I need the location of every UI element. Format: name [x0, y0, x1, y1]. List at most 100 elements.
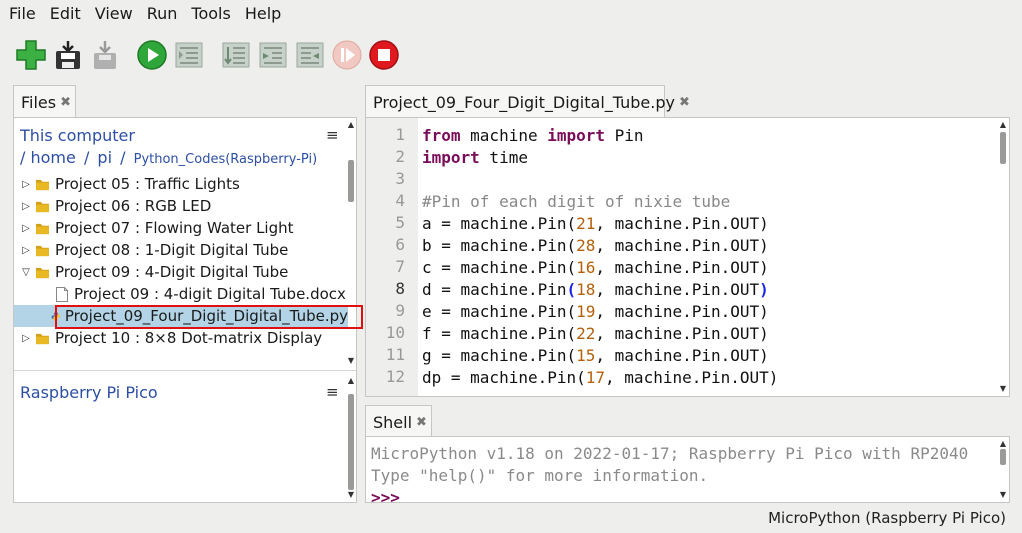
- tree-item-label: Project 05 : Traffic Lights: [55, 175, 240, 193]
- expand-icon[interactable]: ▷: [20, 333, 32, 344]
- tree-item-project-10[interactable]: ▷ Project 10 : 8×8 Dot-matrix Display: [14, 327, 348, 349]
- shell-scrollbar[interactable]: ▲ ▼: [998, 437, 1008, 502]
- line-number: 1: [366, 124, 418, 146]
- menu-icon[interactable]: ≡: [326, 126, 339, 144]
- expand-icon[interactable]: ▷: [20, 223, 32, 234]
- pico-label[interactable]: Raspberry Pi Pico: [20, 383, 158, 402]
- shell-output: MicroPython v1.18 on 2022-01-17; Raspber…: [371, 443, 968, 502]
- tree-item-docx[interactable]: Project 09 : 4-digit Digital Tube.docx: [14, 283, 348, 305]
- tree-item-project-06[interactable]: ▷ Project 06 : RGB LED: [14, 195, 348, 217]
- code-line[interactable]: 1 from machine import Pin: [366, 124, 778, 146]
- toolbar: [14, 38, 404, 72]
- menu-view[interactable]: View: [88, 0, 140, 28]
- code-line[interactable]: 12 dp = machine.Pin(17, machine.Pin.OUT): [366, 366, 778, 388]
- code-line[interactable]: 10 f = machine.Pin(22, machine.Pin.OUT): [366, 322, 778, 344]
- file-tree: ▷ Project 05 : Traffic Lights ▷ Project …: [14, 173, 363, 349]
- plus-icon: [16, 40, 46, 70]
- tab-shell[interactable]: Shell ✖: [365, 405, 432, 438]
- stop-icon: [369, 40, 399, 70]
- code-line[interactable]: 8 d = machine.Pin(18, machine.Pin.OUT): [366, 278, 778, 300]
- line-number: 7: [366, 256, 418, 278]
- close-icon[interactable]: ✖: [679, 95, 690, 110]
- step-into-button[interactable]: [256, 38, 290, 72]
- editor-scrollbar[interactable]: ▲ ▼: [998, 118, 1008, 396]
- shell-line: Type "help()" for more information.: [371, 466, 709, 485]
- tab-files[interactable]: Files ✖: [13, 85, 76, 118]
- pico-scrollbar[interactable]: ▲ ▼: [346, 376, 356, 502]
- breadcrumb-separator: /: [83, 148, 90, 167]
- run-button[interactable]: [135, 38, 169, 72]
- shell-panel[interactable]: MicroPython v1.18 on 2022-01-17; Raspber…: [365, 436, 1010, 503]
- code-line[interactable]: 4 #Pin of each digit of nixie tube: [366, 190, 778, 212]
- interpreter-status[interactable]: MicroPython (Raspberry Pi Pico): [768, 509, 1006, 527]
- code-line[interactable]: 2 import time: [366, 146, 778, 168]
- resume-button[interactable]: [330, 38, 364, 72]
- line-number: 4: [366, 190, 418, 212]
- collapse-icon[interactable]: ▽: [20, 267, 32, 278]
- menu-edit[interactable]: Edit: [43, 0, 88, 28]
- tree-item-label: Project 09 : 4-digit Digital Tube.docx: [74, 285, 346, 303]
- close-icon[interactable]: ✖: [416, 415, 427, 430]
- menu-tools[interactable]: Tools: [184, 0, 237, 28]
- step-into-icon: [259, 42, 287, 68]
- menu-file[interactable]: File: [2, 0, 43, 28]
- tree-item-project-08[interactable]: ▷ Project 08 : 1-Digit Digital Tube: [14, 239, 348, 261]
- step-over-button[interactable]: [219, 38, 253, 72]
- code-line[interactable]: 9 e = machine.Pin(19, machine.Pin.OUT): [366, 300, 778, 322]
- debug-button[interactable]: [172, 38, 206, 72]
- tree-item-project-05[interactable]: ▷ Project 05 : Traffic Lights: [14, 173, 348, 195]
- code-comment: #Pin of each digit of nixie tube: [422, 191, 731, 211]
- breadcrumb-python-codes[interactable]: Python_Codes(Raspberry-Pi): [134, 152, 318, 167]
- resume-icon: [332, 40, 362, 70]
- folder-icon: [36, 333, 49, 344]
- breadcrumb-pi[interactable]: pi: [97, 148, 112, 167]
- debug-icon: [175, 42, 203, 68]
- line-number: 2: [366, 146, 418, 168]
- load-button[interactable]: [88, 38, 122, 72]
- breadcrumb: / home / pi / Python_Codes(Raspberry-Pi): [20, 148, 317, 167]
- code-line[interactable]: 7 c = machine.Pin(16, machine.Pin.OUT): [366, 256, 778, 278]
- files-scrollbar[interactable]: ▲ ▼: [346, 118, 356, 368]
- line-number: 9: [366, 300, 418, 322]
- save-icon: [56, 41, 80, 69]
- line-number: 10: [366, 322, 418, 344]
- code-line[interactable]: 6 b = machine.Pin(28, machine.Pin.OUT): [366, 234, 778, 256]
- save-button[interactable]: [51, 38, 85, 72]
- step-out-button[interactable]: [293, 38, 327, 72]
- expand-icon[interactable]: ▷: [20, 245, 32, 256]
- expand-icon[interactable]: ▷: [20, 179, 32, 190]
- tree-item-python-file[interactable]: Project_09_Four_Digit_Digital_Tube.py: [14, 305, 363, 329]
- document-icon: [56, 286, 68, 302]
- new-button[interactable]: [14, 38, 48, 72]
- breadcrumb-home[interactable]: home: [30, 148, 75, 167]
- menu-help[interactable]: Help: [238, 0, 288, 28]
- menu-icon[interactable]: ≡: [326, 383, 339, 401]
- folder-icon: [36, 267, 49, 278]
- code-line[interactable]: 11 g = machine.Pin(15, machine.Pin.OUT): [366, 344, 778, 366]
- code-line[interactable]: 3: [366, 168, 778, 190]
- tab-editor-file[interactable]: Project_09_Four_Digit_Digital_Tube.py ✖: [365, 85, 690, 118]
- shell-prompt[interactable]: >>>: [371, 488, 400, 502]
- highlight-box: [55, 305, 363, 329]
- stop-button[interactable]: [367, 38, 401, 72]
- line-number: 8: [366, 278, 418, 300]
- line-number: 5: [366, 212, 418, 234]
- tree-item-project-07[interactable]: ▷ Project 07 : Flowing Water Light: [14, 217, 348, 239]
- line-number: 11: [366, 344, 418, 366]
- code-line[interactable]: 5 a = machine.Pin(21, machine.Pin.OUT): [366, 212, 778, 234]
- expand-icon[interactable]: ▷: [20, 201, 32, 212]
- menu-run[interactable]: Run: [140, 0, 185, 28]
- tree-item-label: Project 06 : RGB LED: [55, 197, 212, 215]
- breadcrumb-root[interactable]: /: [20, 148, 25, 167]
- this-computer-label[interactable]: This computer: [20, 126, 135, 145]
- breadcrumb-separator: /: [120, 148, 126, 167]
- line-number: 12: [366, 366, 418, 388]
- tab-files-label: Files: [21, 92, 57, 112]
- folder-icon: [36, 223, 49, 234]
- tree-item-label: Project 07 : Flowing Water Light: [55, 219, 294, 237]
- tree-item-project-09[interactable]: ▽ Project 09 : 4-Digit Digital Tube: [14, 261, 348, 283]
- code-editor[interactable]: 1 from machine import Pin 2 import time …: [365, 117, 1010, 397]
- close-icon[interactable]: ✖: [60, 95, 71, 110]
- tab-editor-label: Project_09_Four_Digit_Digital_Tube.py: [373, 92, 675, 112]
- step-out-icon: [296, 42, 324, 68]
